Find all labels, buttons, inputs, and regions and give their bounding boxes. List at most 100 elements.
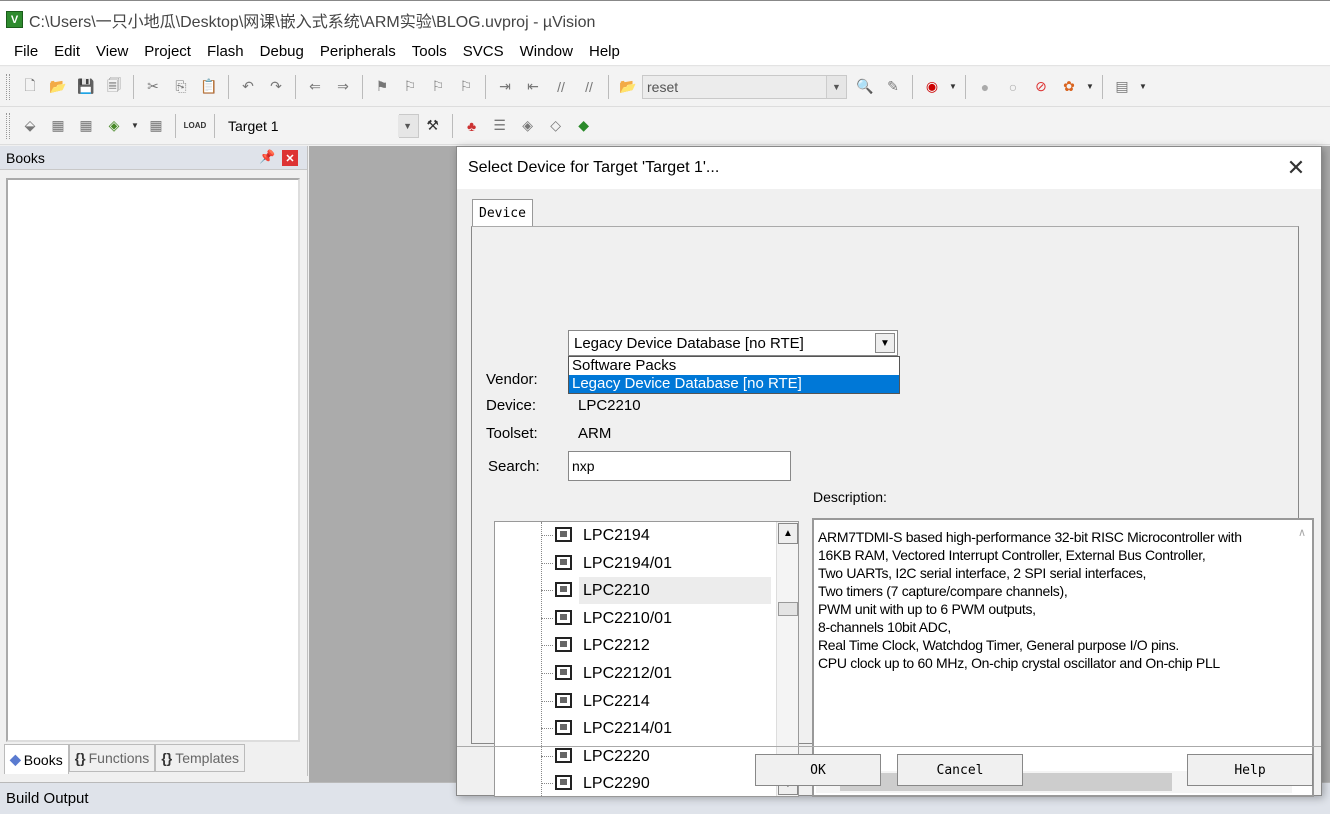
- target-combo[interactable]: ▼: [397, 113, 419, 138]
- window-layout-icon[interactable]: ▤: [1110, 75, 1134, 99]
- select-packs-icon[interactable]: ☰: [488, 114, 512, 138]
- menu-project[interactable]: Project: [136, 43, 199, 60]
- kill-breakpoints-icon[interactable]: ⊘: [1029, 75, 1053, 99]
- menu-help[interactable]: Help: [581, 43, 628, 60]
- toolbar-separator: [485, 74, 486, 99]
- rebuild-icon[interactable]: ▦: [74, 114, 98, 138]
- menu-flash[interactable]: Flash: [199, 43, 252, 60]
- save-icon[interactable]: 💾: [74, 75, 98, 99]
- chip-icon: [555, 747, 572, 763]
- device-tree-item[interactable]: LPC2212/01: [495, 660, 775, 687]
- tab-templates[interactable]: {} Templates: [155, 744, 246, 772]
- copy-icon[interactable]: ⎘: [169, 75, 193, 99]
- scroll-thumb[interactable]: [778, 602, 798, 616]
- vendor-option-legacy[interactable]: Legacy Device Database [no RTE]: [569, 375, 899, 393]
- chevron-down-icon[interactable]: ▼: [397, 114, 418, 137]
- close-icon[interactable]: ✕: [282, 150, 298, 166]
- build-icon[interactable]: ▦: [46, 114, 70, 138]
- save-all-icon[interactable]: 🗐: [102, 75, 126, 99]
- menu-debug[interactable]: Debug: [252, 43, 312, 60]
- device-tree-item[interactable]: LPC2214/01: [495, 715, 775, 742]
- scroll-up-icon[interactable]: ∧: [1298, 526, 1306, 539]
- disable-breakpoint-icon[interactable]: ○: [1001, 75, 1025, 99]
- device-tree-item[interactable]: LPC2194/01: [495, 550, 775, 577]
- toolbar-grip[interactable]: [6, 112, 10, 139]
- pack-update-icon[interactable]: ◆: [572, 114, 596, 138]
- vendor-option-software-packs[interactable]: Software Packs: [569, 357, 899, 375]
- find-icon[interactable]: 🔍: [853, 75, 877, 99]
- books-list[interactable]: [6, 178, 300, 742]
- menu-file[interactable]: File: [6, 43, 46, 60]
- find-combo[interactable]: reset ▼: [642, 74, 847, 99]
- pin-icon[interactable]: 📌: [259, 149, 275, 165]
- panel-tabs: ◆ Books {} Functions {} Templates: [4, 744, 246, 774]
- undo-icon[interactable]: ↶: [236, 75, 260, 99]
- help-button[interactable]: Help: [1187, 754, 1313, 786]
- device-tree-item[interactable]: LPC2212: [495, 632, 775, 659]
- uncomment-icon[interactable]: //: [577, 75, 601, 99]
- unindent-icon[interactable]: ⇤: [521, 75, 545, 99]
- translate-icon[interactable]: ⬙: [18, 114, 42, 138]
- title-bar: V C:\Users\一只小地瓜\Desktop\网课\嵌入式系统\ARM实验\…: [0, 0, 1330, 38]
- new-file-icon[interactable]: 🗋: [18, 75, 42, 99]
- device-tree-item[interactable]: LPC2214: [495, 688, 775, 715]
- menu-view[interactable]: View: [88, 43, 136, 60]
- device-tree[interactable]: LPC2194 LPC2194/01 LPC2210 LPC2210/01 LPC221…: [494, 521, 799, 797]
- chevron-down-icon[interactable]: ▼: [130, 114, 140, 138]
- search-input[interactable]: nxp: [568, 451, 791, 481]
- menu-peripherals[interactable]: Peripherals: [312, 43, 404, 60]
- chevron-down-icon[interactable]: ▼: [948, 75, 958, 99]
- menu-window[interactable]: Window: [512, 43, 581, 60]
- dialog-title-bar: Select Device for Target 'Target 1'... ✕: [457, 147, 1321, 189]
- navigate-forward-icon[interactable]: ⇒: [331, 75, 355, 99]
- prev-bookmark-icon[interactable]: ⚐: [398, 75, 422, 99]
- indent-icon[interactable]: ⇥: [493, 75, 517, 99]
- target-select-label[interactable]: Target 1: [220, 118, 287, 134]
- chevron-down-icon[interactable]: ▼: [1085, 75, 1095, 99]
- cut-icon[interactable]: ✂: [141, 75, 165, 99]
- build-output-title: Build Output: [6, 790, 89, 807]
- cancel-button[interactable]: Cancel: [897, 754, 1023, 786]
- paste-icon[interactable]: 📋: [197, 75, 221, 99]
- bookmark-icon[interactable]: ⚑: [370, 75, 394, 99]
- uvision-app-icon: V: [6, 11, 23, 28]
- tab-functions[interactable]: {} Functions: [68, 744, 156, 772]
- device-tree-item[interactable]: LPC2194: [495, 522, 775, 549]
- tab-device[interactable]: Device: [472, 199, 533, 227]
- tab-books[interactable]: ◆ Books: [4, 744, 69, 774]
- manage-project-items-icon[interactable]: ♣: [460, 114, 484, 138]
- chevron-down-icon[interactable]: ▼: [826, 75, 846, 98]
- incremental-find-icon[interactable]: ✎: [881, 75, 905, 99]
- device-tree-item[interactable]: LPC2290: [495, 770, 775, 796]
- toolbar-grip[interactable]: [6, 73, 10, 100]
- ok-button[interactable]: OK: [755, 754, 881, 786]
- device-tree-item[interactable]: LPC2210: [495, 577, 775, 605]
- clear-bookmarks-icon[interactable]: ⚐: [454, 75, 478, 99]
- pack-installer-icon[interactable]: ◇: [544, 114, 568, 138]
- download-load-icon[interactable]: LOAD: [183, 114, 207, 138]
- redo-icon[interactable]: ↷: [264, 75, 288, 99]
- stop-build-icon[interactable]: ▦: [144, 114, 168, 138]
- next-bookmark-icon[interactable]: ⚐: [426, 75, 450, 99]
- options-for-target-icon[interactable]: ⚒: [421, 114, 445, 138]
- scroll-up-icon[interactable]: ▲: [778, 523, 798, 544]
- menu-svcs[interactable]: SVCS: [455, 43, 512, 60]
- breakpoint-icon[interactable]: ●: [973, 75, 997, 99]
- toolbar-separator: [175, 113, 176, 138]
- chevron-down-icon[interactable]: ▼: [875, 333, 895, 353]
- chevron-down-icon[interactable]: ▼: [1138, 75, 1148, 99]
- menu-edit[interactable]: Edit: [46, 43, 88, 60]
- vendor-select[interactable]: Legacy Device Database [no RTE] ▼: [568, 330, 898, 356]
- debug-session-icon[interactable]: ◉: [920, 75, 944, 99]
- navigate-back-icon[interactable]: ⇐: [303, 75, 327, 99]
- config-icon[interactable]: ✿: [1057, 75, 1081, 99]
- comment-icon[interactable]: //: [549, 75, 573, 99]
- books-panel: Books 📌 ✕ ◆ Books {} Functions {} Templa…: [0, 146, 308, 776]
- manage-rte-icon[interactable]: ◈: [516, 114, 540, 138]
- batch-build-icon[interactable]: ◈: [102, 114, 126, 138]
- close-icon[interactable]: ✕: [1284, 155, 1308, 181]
- find-in-files-icon[interactable]: 📂: [616, 75, 640, 99]
- open-folder-icon[interactable]: 📂: [46, 75, 70, 99]
- menu-tools[interactable]: Tools: [404, 43, 455, 60]
- device-tree-item[interactable]: LPC2210/01: [495, 605, 775, 632]
